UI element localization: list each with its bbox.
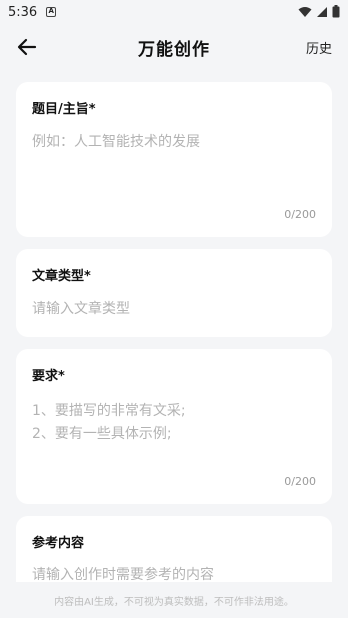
disclaimer-footer: 内容由AI生成，不可视为真实数据，不可作非法用途。 <box>0 582 348 618</box>
article-type-label: 文章类型* <box>32 269 91 284</box>
status-time: 5:36 <box>8 4 38 20</box>
disclaimer-text: 内容由AI生成，不可视为真实数据，不可作非法用途。 <box>54 596 294 608</box>
topic-label: 题目/主旨* <box>32 102 96 117</box>
requirements-card: 要求* 0/200 <box>16 349 332 504</box>
history-button[interactable]: 历史 <box>306 38 332 57</box>
notification-icon: A <box>46 7 57 17</box>
requirements-label: 要求* <box>32 369 65 384</box>
article-type-input[interactable] <box>32 297 316 321</box>
battery-icon <box>332 5 340 18</box>
signal-icon <box>317 6 327 17</box>
topic-input[interactable] <box>32 131 316 191</box>
status-bar: 5:36 A <box>0 0 348 24</box>
requirements-counter: 0/200 <box>284 475 316 488</box>
reference-label: 参考内容 <box>32 536 85 551</box>
topic-card: 题目/主旨* 0/200 <box>16 82 332 237</box>
page-title: 万能创作 <box>138 39 210 60</box>
status-icons <box>298 5 340 18</box>
requirements-input[interactable] <box>32 400 316 460</box>
back-arrow-icon[interactable] <box>16 36 38 58</box>
article-type-card: 文章类型* <box>16 249 332 337</box>
wifi-icon <box>298 6 312 17</box>
topic-counter: 0/200 <box>284 208 316 221</box>
app-header: 万能创作 历史 <box>0 24 348 70</box>
